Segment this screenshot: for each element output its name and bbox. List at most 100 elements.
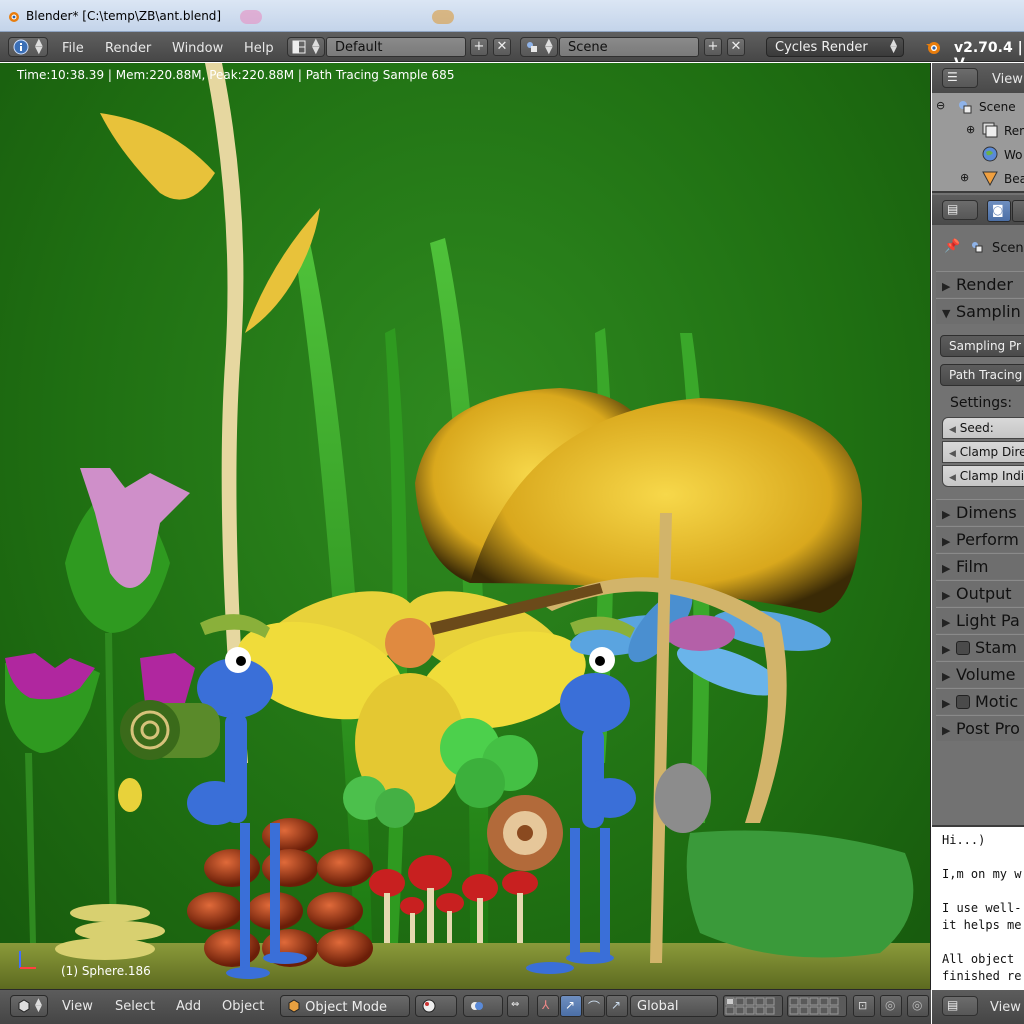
panel-output-label: Output (956, 584, 1012, 603)
outliner-item-render-layers[interactable]: Ren (1004, 124, 1024, 138)
render-tab-button[interactable]: ◙ (987, 200, 1011, 222)
collapsed-triangle-icon: ▶ (942, 535, 951, 548)
outliner-editor-selector[interactable]: ☰ (942, 68, 978, 88)
panel-light-paths[interactable]: ▶ Light Pa (936, 607, 1024, 633)
world-icon (982, 146, 998, 162)
text-editor-selector[interactable]: ▤ (942, 996, 978, 1016)
orientation-dropdown[interactable]: Global (630, 995, 718, 1017)
rotate-button[interactable]: ⌒ (583, 995, 605, 1017)
text-line: finished re (942, 969, 1022, 983)
sampling-presets-dropdown[interactable]: Sampling Pr (940, 335, 1024, 357)
layers-grid-2[interactable] (787, 995, 847, 1017)
info-icon (13, 39, 29, 55)
close-icon: ✕ (730, 39, 742, 54)
menu-object[interactable]: Object (222, 999, 264, 1014)
scene-icon (527, 42, 537, 52)
text-editor-view-menu[interactable]: View (990, 1000, 1021, 1015)
panel-film[interactable]: ▶ Film (936, 553, 1024, 579)
lock-layers-button[interactable]: ⊡ (853, 995, 875, 1017)
panel-motion-blur[interactable]: ▶ Motic (936, 688, 1024, 714)
decrement-arrow-icon: ◀ (949, 449, 956, 459)
outliner-view-menu[interactable]: View (992, 72, 1023, 87)
settings-label: Settings: (950, 395, 1013, 411)
collapsed-triangle-icon: ▶ (942, 643, 951, 656)
seed-field[interactable]: ◀ Seed: (942, 417, 1024, 439)
remove-scene-button[interactable]: ✕ (727, 38, 745, 56)
panel-volume[interactable]: ▶ Volume (936, 661, 1024, 687)
chevron-updown-icon: ▲ ▼ (35, 997, 42, 1014)
layout-name-field[interactable]: Default (326, 37, 466, 57)
snap-button[interactable]: ◎ (907, 995, 929, 1017)
snap-icon: ◎ (912, 998, 923, 1012)
decrement-arrow-icon: ◀ (949, 425, 956, 435)
panel-sampling[interactable]: ▼ Samplin (936, 298, 1024, 324)
outliner-header: ☰ View (932, 63, 1024, 93)
outliner-item-scene[interactable]: Scene (979, 100, 1016, 114)
menu-window[interactable]: Window (172, 41, 223, 56)
scale-button[interactable]: ↗ (606, 995, 628, 1017)
panel-dimensions[interactable]: ▶ Dimens (936, 499, 1024, 525)
add-layout-button[interactable]: + (470, 38, 488, 56)
layers-grid[interactable] (723, 995, 783, 1017)
blender-logo-icon (926, 42, 940, 54)
proportional-edit-button[interactable]: ◎ (880, 995, 902, 1017)
panel-sampling-label: Samplin (956, 302, 1021, 321)
add-scene-button[interactable]: + (704, 38, 722, 56)
panel-stamp[interactable]: ▶ Stam (936, 634, 1024, 660)
panel-performance[interactable]: ▶ Perform (936, 526, 1024, 552)
expand-icon[interactable]: ⊕ (960, 171, 969, 184)
pivot-dropdown[interactable] (463, 995, 503, 1017)
transform-axes-button[interactable]: ⅄ (537, 995, 559, 1017)
outliner-item-bea[interactable]: Bea (1004, 172, 1024, 186)
rotate-icon: ⌒ (588, 1000, 601, 1014)
editor-type-selector[interactable]: ▲ ▼ (8, 37, 48, 57)
scale-icon: ↗ (611, 998, 622, 1012)
panel-post-processing[interactable]: ▶ Post Pro (936, 715, 1024, 741)
stamp-checkbox[interactable] (956, 641, 970, 655)
render-engine-dropdown[interactable]: Cycles Render ▲ ▼ (766, 37, 904, 57)
editor-type-selector[interactable]: ▲ ▼ (10, 995, 48, 1017)
text-line: All object (942, 952, 1015, 966)
manipulator-toggle[interactable]: ⇔ (507, 995, 529, 1017)
pin-icon[interactable]: 📌 (944, 239, 960, 254)
layout-selector[interactable]: ▲ ▼ (287, 37, 325, 57)
remove-layout-button[interactable]: ✕ (493, 38, 511, 56)
menu-render[interactable]: Render (105, 41, 151, 56)
panel-output[interactable]: ▶ Output (936, 580, 1024, 606)
outliner: ⊖ Scene ⊕ Ren Wo ⊕ Bea (932, 93, 1024, 193)
clamp-direct-field[interactable]: ◀ Clamp Dire (942, 441, 1024, 463)
layout-icon (292, 40, 306, 54)
clamp-indirect-field[interactable]: ◀ Clamp Indi (942, 465, 1024, 487)
menu-view[interactable]: View (62, 999, 93, 1014)
menu-select[interactable]: Select (115, 999, 155, 1014)
panel-render[interactable]: ▶ Render (936, 271, 1024, 297)
outliner-item-world[interactable]: Wo (1004, 148, 1023, 162)
expanded-triangle-icon: ▼ (942, 307, 951, 320)
text-editor[interactable]: Hi...) I,m on my w I use well- it helps … (932, 825, 1024, 990)
menu-help[interactable]: Help (244, 41, 274, 56)
menu-add[interactable]: Add (176, 999, 201, 1014)
translate-button[interactable]: ↗ (560, 995, 582, 1017)
taskbar-app-icon (432, 10, 454, 24)
shading-dropdown[interactable] (415, 995, 457, 1017)
scene-icon (972, 242, 983, 253)
motion-checkbox[interactable] (956, 695, 970, 709)
integrator-dropdown[interactable]: Path Tracing (940, 364, 1024, 386)
object-mode-label: Object Mode (305, 1000, 388, 1015)
scene-selector[interactable]: ▲ ▼ (520, 37, 558, 57)
object-mode-dropdown[interactable]: Object Mode (280, 995, 410, 1017)
properties-editor-selector[interactable]: ▤ (942, 200, 978, 220)
collapsed-triangle-icon: ▶ (942, 508, 951, 521)
text-line: I use well- (942, 901, 1022, 915)
3d-viewport[interactable]: Time:10:38.39 | Mem:220.88M, Peak:220.88… (0, 63, 931, 989)
render-layers-tab-button[interactable] (1012, 200, 1024, 222)
properties-panel: 📌 Scen ▶ Render ▼ Samplin Sampling Pr Path… (932, 225, 1024, 825)
text-line: it helps me (942, 918, 1022, 932)
expand-icon[interactable]: ⊕ (966, 123, 975, 136)
panel-motion-label: Motic (975, 692, 1019, 711)
right-editors: ☰ View ⊖ Scene ⊕ Ren Wo ⊕ Bea ▤ ◙ 📌 Scen… (932, 63, 1024, 1024)
collapse-icon[interactable]: ⊖ (936, 99, 945, 112)
text-editor-header: ▤ View (932, 990, 1024, 1024)
scene-name-field[interactable]: Scene (559, 37, 699, 57)
menu-file[interactable]: File (62, 41, 84, 56)
